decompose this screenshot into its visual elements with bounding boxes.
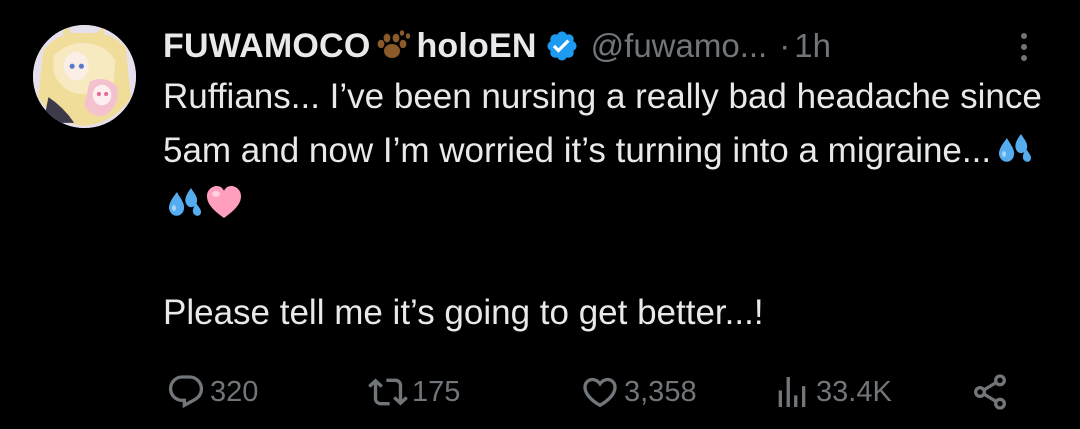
- views-count: 33.4K: [816, 375, 892, 408]
- user-handle[interactable]: @fuwamo...: [591, 27, 768, 65]
- tweet-paragraph-1: Ruffians... I’ve been nursing a really b…: [163, 70, 1043, 232]
- reply-button[interactable]: 320: [166, 366, 258, 418]
- views-chart-icon: [778, 377, 806, 407]
- reply-icon: [168, 375, 204, 409]
- like-count: 3,358: [624, 375, 697, 408]
- sweat-droplets-emoji: [165, 184, 203, 222]
- avatar[interactable]: [33, 25, 136, 128]
- repost-button[interactable]: 175: [368, 366, 460, 418]
- heart-icon: [583, 377, 617, 408]
- tweet-paragraph-2: Please tell me it’s going to get better.…: [163, 293, 764, 332]
- tweet-header: FUWAMOCO holoEN @fuwamo... · 1h: [163, 22, 831, 70]
- verified-badge-icon[interactable]: [545, 29, 579, 63]
- display-name[interactable]: FUWAMOCO: [163, 27, 370, 66]
- repost-icon: [368, 378, 408, 406]
- share-button[interactable]: [970, 366, 1014, 418]
- repost-count: 175: [412, 375, 461, 408]
- tweet-text-line-1: Ruffians... I’ve been nursing a really b…: [163, 77, 1042, 170]
- separator-dot: ·: [779, 27, 791, 64]
- like-button[interactable]: 3,358: [580, 366, 697, 418]
- display-name-suffix[interactable]: holoEN: [416, 27, 536, 66]
- reply-count: 320: [210, 375, 259, 408]
- timestamp[interactable]: 1h: [794, 27, 831, 65]
- paw-print-icon: [372, 28, 416, 64]
- views-button[interactable]: 33.4K: [772, 366, 892, 418]
- tweet-text: Ruffians... I’ve been nursing a really b…: [163, 70, 1043, 340]
- avatar-image: [33, 25, 136, 128]
- tweet-card[interactable]: FUWAMOCO holoEN @fuwamo... · 1h Ruffians…: [0, 0, 1080, 429]
- more-options-icon[interactable]: [1012, 27, 1036, 67]
- share-icon: [974, 374, 1006, 410]
- pink-heart-emoji: [205, 184, 243, 222]
- action-bar: 320 175 3,358 33.4K: [0, 366, 1080, 418]
- sweat-droplets-emoji: [995, 130, 1033, 168]
